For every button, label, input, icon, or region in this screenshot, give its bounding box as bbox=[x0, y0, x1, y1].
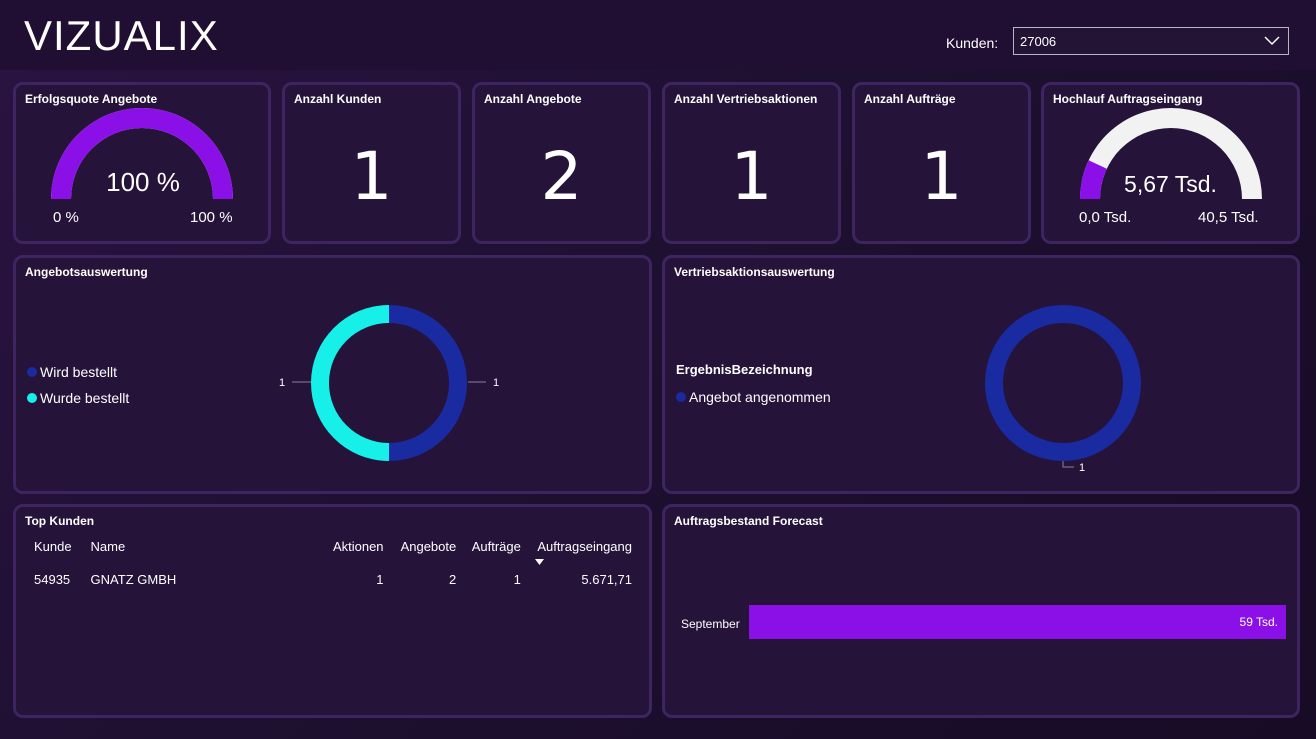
gauge-min-label: 0 % bbox=[53, 209, 79, 226]
cell-auftraege: 1 bbox=[513, 571, 521, 587]
cell-name: GNATZ GMBH bbox=[90, 571, 177, 587]
card-title: Hochlauf Auftragseingang bbox=[1053, 92, 1203, 106]
card-title: Anzahl Kunden bbox=[294, 92, 382, 106]
card-title: Auftragsbestand Forecast bbox=[674, 514, 823, 528]
angebotsauswertung-card[interactable]: Angebotsauswertung Wird bestellt Wurde b… bbox=[13, 255, 652, 494]
kpi-value: 1 bbox=[350, 138, 393, 215]
vertrieb-donut-chart bbox=[985, 305, 1141, 468]
angebot-donut-chart bbox=[292, 305, 486, 461]
column-header-label: Auftragseingang bbox=[537, 539, 632, 554]
card-title: Erfolgsquote Angebote bbox=[25, 92, 158, 106]
anzahl-angebote-card[interactable]: Anzahl Angebote 2 bbox=[472, 82, 651, 244]
table-header-row: Kunde Name Aktionen Angebote Aufträge Au… bbox=[28, 537, 638, 565]
top-kunden-table: Kunde Name Aktionen Angebote Aufträge Au… bbox=[28, 537, 638, 593]
bar-value-label: 59 Tsd. bbox=[1239, 615, 1278, 629]
gauge-max-label: 100 % bbox=[190, 209, 233, 226]
kpi-value: 1 bbox=[730, 138, 773, 215]
column-header-auftraege[interactable]: Aufträge bbox=[462, 537, 527, 565]
header-bar: VIZUALIX Kunden: 27006 bbox=[0, 0, 1316, 70]
erfolgsquote-card[interactable]: Erfolgsquote Angebote 100 % 0 % 100 % bbox=[13, 82, 271, 244]
brand-logo: VIZUALIX bbox=[24, 12, 219, 59]
leader-line-bottom bbox=[1062, 461, 1074, 468]
donut-label-left: 1 bbox=[279, 377, 286, 389]
cell-kunde: 54935 bbox=[34, 571, 71, 587]
forecast-bar[interactable]: 59 Tsd. bbox=[749, 605, 1286, 639]
donut-label-bottom: 1 bbox=[1079, 462, 1086, 474]
cell-auftragseingang: 5.671,71 bbox=[581, 571, 632, 587]
kpi-value: 1 bbox=[920, 138, 963, 215]
kpi-value: 2 bbox=[540, 138, 583, 215]
chevron-down-icon bbox=[1264, 36, 1280, 46]
vertriebsaktionsauswertung-card[interactable]: Vertriebsaktionsauswertung ErgebnisBezei… bbox=[662, 255, 1300, 494]
column-header-auftragseingang[interactable]: Auftragseingang bbox=[527, 537, 638, 565]
column-header-kunde[interactable]: Kunde bbox=[28, 537, 85, 565]
gauge-value: 5,67 Tsd. bbox=[1124, 171, 1217, 197]
gauge-min-label: 0,0 Tsd. bbox=[1079, 209, 1132, 226]
donut-slice-wird-bestellt[interactable] bbox=[389, 305, 467, 461]
cell-angebote: 2 bbox=[449, 571, 457, 587]
card-title: Anzahl Angebote bbox=[484, 92, 582, 106]
donut-label-right: 1 bbox=[493, 377, 500, 389]
column-header-angebote[interactable]: Angebote bbox=[390, 537, 463, 565]
anzahl-vertriebsaktionen-card[interactable]: Anzahl Vertriebsaktionen 1 bbox=[662, 82, 841, 244]
kunden-filter-value: 27006 bbox=[1020, 34, 1057, 49]
gauge-value: 100 % bbox=[106, 167, 180, 197]
column-header-name[interactable]: Name bbox=[85, 537, 315, 565]
card-title: Anzahl Aufträge bbox=[864, 92, 956, 106]
card-title: Anzahl Vertriebsaktionen bbox=[674, 92, 818, 106]
kunden-filter-label: Kunden: bbox=[946, 35, 999, 51]
top-kunden-card[interactable]: Top Kunden Kunde Name Aktionen Angebote … bbox=[13, 504, 652, 718]
card-title: Top Kunden bbox=[25, 514, 95, 528]
column-header-aktionen[interactable]: Aktionen bbox=[315, 537, 390, 565]
sort-descending-icon bbox=[534, 559, 544, 565]
gauge-max-label: 40,5 Tsd. bbox=[1198, 209, 1259, 226]
anzahl-kunden-card[interactable]: Anzahl Kunden 1 bbox=[282, 82, 461, 244]
donut-slice-angebot-angenommen[interactable] bbox=[985, 305, 1141, 461]
cell-aktionen: 1 bbox=[376, 571, 384, 587]
forecast-card[interactable]: Auftragsbestand Forecast September 59 Ts… bbox=[662, 504, 1300, 718]
bar-category-label: September bbox=[681, 617, 740, 631]
kunden-filter-dropdown[interactable]: 27006 bbox=[1013, 27, 1289, 55]
donut-slice-wurde-bestellt[interactable] bbox=[311, 305, 389, 461]
anzahl-auftraege-card[interactable]: Anzahl Aufträge 1 bbox=[852, 82, 1031, 244]
table-row[interactable]: 54935 GNATZ GMBH 1 2 1 5.671,71 bbox=[28, 565, 638, 593]
hochlauf-card[interactable]: Hochlauf Auftragseingang 5,67 Tsd. 0,0 T… bbox=[1041, 82, 1300, 244]
